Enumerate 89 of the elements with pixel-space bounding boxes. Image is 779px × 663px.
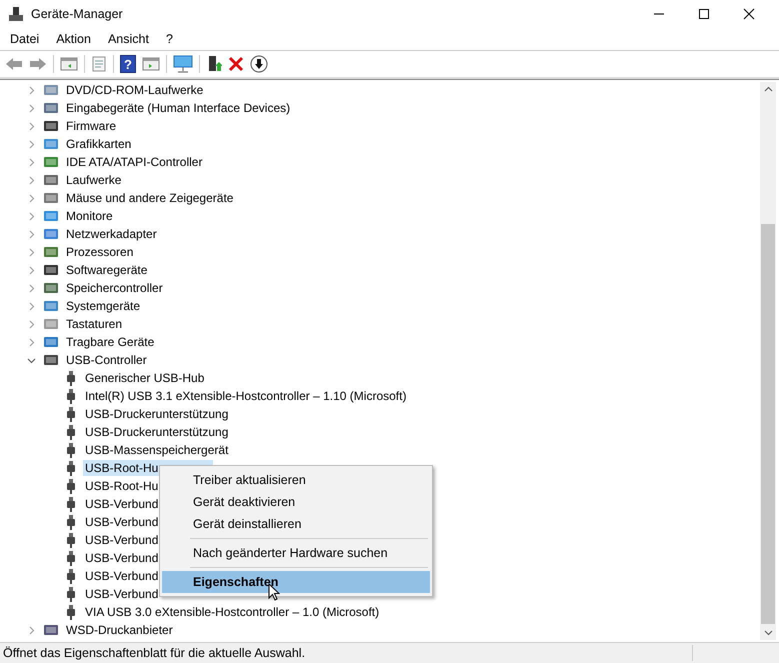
help-button[interactable]: ? (120, 55, 136, 73)
usb-plug-icon (66, 496, 76, 512)
tree-item[interactable]: Laufwerke (64, 172, 124, 188)
tree-item[interactable]: USB-Verbund (83, 550, 160, 566)
tree-item[interactable]: USB-Verbund (83, 532, 160, 548)
context-menu-item[interactable]: Eigenschaften (162, 571, 430, 593)
tree-item[interactable]: USB-Verbund (83, 568, 160, 584)
tree-item[interactable]: Firmware (64, 118, 118, 134)
back-arrow-icon[interactable] (5, 56, 23, 72)
usb-plug-icon (66, 388, 76, 404)
tree-item[interactable]: USB-Controller (64, 352, 149, 368)
device-category-icon (43, 190, 59, 206)
context-menu-item[interactable]: Nach geänderter Hardware suchen (162, 542, 430, 564)
device-category-icon (43, 298, 59, 314)
tree-item[interactable]: Netzwerkadapter (64, 226, 159, 242)
tree-item[interactable]: Eingabegeräte (Human Interface Devices) (64, 100, 292, 116)
usb-plug-icon (66, 424, 76, 440)
tree-item[interactable]: IDE ATA/ATAPI-Controller (64, 154, 204, 170)
usb-plug-icon (66, 532, 76, 548)
context-menu-item[interactable]: Gerät deaktivieren (162, 491, 430, 513)
menu-item[interactable]: Aktion (56, 32, 91, 46)
tree-item[interactable]: Generischer USB-Hub (83, 370, 206, 386)
device-category-icon (43, 334, 59, 350)
device-category-icon (43, 208, 59, 224)
action-pane-icon[interactable] (142, 56, 160, 72)
tree-item[interactable]: Monitore (64, 208, 115, 224)
window-title: Geräte-Manager (31, 7, 123, 21)
tree-item[interactable]: VIA USB 3.0 eXtensible-Hostcontroller – 1.0 (Microsoft) (83, 604, 382, 620)
close-icon[interactable] (743, 8, 755, 20)
tree-item[interactable]: Tastaturen (64, 316, 124, 332)
tree-item[interactable]: Softwaregeräte (64, 262, 150, 278)
tree-item[interactable]: Systemgeräte (64, 298, 142, 314)
device-category-icon (43, 172, 59, 188)
monitor-scan-icon[interactable] (173, 55, 193, 73)
device-category-icon (43, 352, 59, 368)
device-category-icon (43, 226, 59, 242)
usb-plug-icon (66, 442, 76, 458)
tree-item[interactable]: Mäuse und andere Zeigegeräte (64, 190, 236, 206)
device-category-icon (43, 118, 59, 134)
tree-item[interactable]: Prozessoren (64, 244, 136, 260)
app-icon (8, 6, 24, 22)
scrollbar[interactable] (760, 82, 776, 640)
usb-plug-icon (66, 550, 76, 566)
scroll-down-icon[interactable] (764, 630, 772, 636)
menu-item[interactable]: ? (166, 32, 173, 46)
update-driver-icon[interactable] (206, 55, 222, 73)
device-category-icon (43, 262, 59, 278)
tree-item[interactable]: USB-Druckerunterstützung (83, 424, 230, 440)
device-category-icon (43, 136, 59, 152)
context-menu-item[interactable]: Gerät deinstallieren (162, 513, 430, 535)
tree-item[interactable]: Grafikkarten (64, 136, 134, 152)
properties-icon[interactable] (91, 56, 107, 72)
tree-item[interactable]: USB-Verbund (83, 514, 160, 530)
tree-item[interactable]: USB-Verbund (83, 496, 160, 512)
usb-plug-icon (66, 460, 76, 476)
tree-item[interactable]: Intel(R) USB 3.1 eXtensible-Hostcontroller – 1.10 (Microsoft) (83, 388, 408, 404)
usb-plug-icon (66, 370, 76, 386)
device-category-icon (43, 82, 59, 98)
status-text: Öffnet das Eigenschaftenblatt für die aktuelle Auswahl. (3, 646, 306, 660)
menu-item[interactable]: Ansicht (108, 32, 149, 46)
usb-plug-icon (66, 568, 76, 584)
tree-item[interactable]: USB-Druckerunterstützung (83, 406, 230, 422)
usb-plug-icon (66, 406, 76, 422)
tree-item[interactable]: USB-Root-Hu (83, 478, 160, 494)
menu-item[interactable]: Datei (10, 32, 40, 46)
download-circle-icon[interactable] (250, 55, 268, 73)
tree-item[interactable]: Speichercontroller (64, 280, 165, 296)
maximize-icon[interactable] (698, 8, 710, 20)
scrollbar-thumb[interactable] (761, 224, 775, 624)
device-category-icon (43, 280, 59, 296)
device-category-icon (43, 154, 59, 170)
tree-item[interactable]: WSD-Druckanbieter (64, 622, 175, 638)
usb-plug-icon (66, 604, 76, 620)
delete-icon[interactable] (228, 56, 244, 72)
usb-plug-icon (66, 586, 76, 602)
device-category-icon (43, 100, 59, 116)
tree-item[interactable]: USB-Massenspeichergerät (83, 442, 230, 458)
tree-item[interactable]: DVD/CD-ROM-Laufwerke (64, 82, 206, 98)
console-tree-icon[interactable] (60, 56, 78, 72)
device-category-icon (43, 622, 59, 638)
forward-arrow-icon[interactable] (29, 56, 47, 72)
usb-plug-icon (66, 478, 76, 494)
scroll-up-icon[interactable] (764, 86, 772, 92)
expand-chevron-icon[interactable] (27, 356, 36, 364)
tree-item[interactable]: Tragbare Geräte (64, 334, 156, 350)
device-category-icon (43, 244, 59, 260)
device-category-icon (43, 316, 59, 332)
usb-plug-icon (66, 514, 76, 530)
tree-item[interactable]: USB-Verbund (83, 586, 160, 602)
